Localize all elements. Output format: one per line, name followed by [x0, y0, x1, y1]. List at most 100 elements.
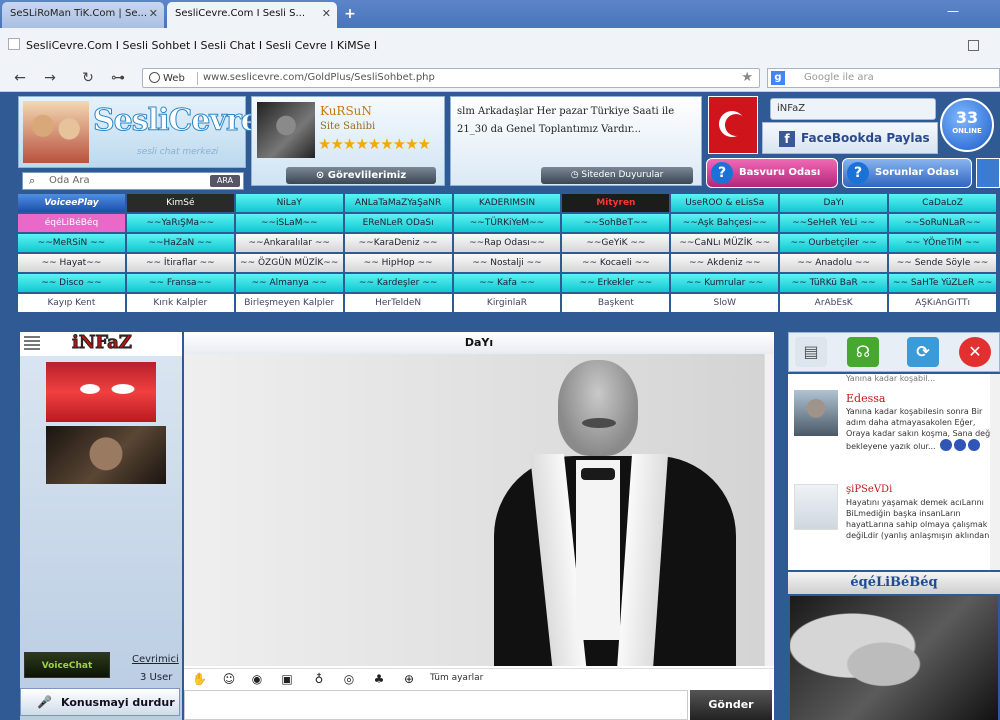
room-button[interactable]: SloW: [671, 294, 779, 312]
staff-button[interactable]: ⊙ Görevlilerimiz: [286, 167, 436, 184]
room-button[interactable]: ~~Aşk Bahçesi~~: [671, 214, 779, 232]
room-button[interactable]: NiLaY: [235, 194, 343, 212]
send-button[interactable]: Gönder: [690, 690, 772, 720]
avatar[interactable]: [794, 390, 838, 436]
room-button[interactable]: ~~ Disco ~~: [18, 274, 125, 292]
address-bar[interactable]: Web www.seslicevre.com/GoldPlus/SesliSoh…: [142, 68, 760, 88]
new-tab-button[interactable]: +: [340, 7, 360, 23]
chat-bubble-icon[interactable]: ☊: [847, 337, 879, 367]
room-button[interactable]: CaDaLoZ: [889, 194, 996, 212]
avatar[interactable]: [794, 484, 838, 530]
room-button[interactable]: ~~ TüRKü BaR ~~: [780, 274, 888, 292]
room-button[interactable]: KirginlaR: [453, 294, 561, 312]
hand-icon[interactable]: ✋: [192, 672, 207, 686]
search-placeholder[interactable]: Google ile ara: [804, 72, 874, 83]
room-button[interactable]: AŞKıAnGıTTı: [889, 294, 996, 312]
room-button[interactable]: DaYı: [780, 194, 888, 212]
room-button[interactable]: ~~ Anadolu ~~: [780, 254, 888, 272]
room-button[interactable]: ~~ Kocaeli ~~: [562, 254, 670, 272]
room-button[interactable]: EReNLeR ODaSı: [344, 214, 452, 232]
room-button[interactable]: KimSé: [126, 194, 234, 212]
room-button[interactable]: ~~ İtiraflar ~~: [126, 254, 234, 272]
extra-tool-button[interactable]: [976, 158, 1000, 188]
close-icon[interactable]: ✕: [149, 7, 158, 20]
announcements-button[interactable]: ◷ Siteden Duyurular: [541, 167, 693, 184]
room-button[interactable]: ~~SoRuNLaR~~: [889, 214, 996, 232]
room-button[interactable]: Mityren: [562, 194, 670, 212]
problems-room-button[interactable]: ? Sorunlar Odası: [842, 158, 972, 188]
video-scrollbar[interactable]: [764, 354, 774, 666]
tab-seslirom[interactable]: SeSLiRoMan TiK.Com | Se... ✕: [2, 2, 164, 28]
room-button[interactable]: ~~KaraDeniz ~~: [344, 234, 452, 252]
room-button[interactable]: ~~ Almanya ~~: [235, 274, 343, 292]
room-button[interactable]: ArAbEsK: [780, 294, 888, 312]
close-icon[interactable]: ✕: [959, 337, 991, 367]
menu-icon[interactable]: [24, 336, 40, 352]
room-button[interactable]: ~~YaRıŞMa~~: [126, 214, 234, 232]
room-button[interactable]: ~~MeRSiN ~~: [18, 234, 125, 252]
room-search-button[interactable]: ARA: [210, 175, 240, 187]
message-author[interactable]: Edessa: [846, 392, 885, 405]
room-button[interactable]: ~~TÜRKiYeM~~: [453, 214, 561, 232]
back-icon[interactable]: ←: [10, 68, 30, 88]
room-button[interactable]: ~~ Kafa ~~: [453, 274, 561, 292]
room-button[interactable]: UseROO & eLisSa: [671, 194, 779, 212]
room-button[interactable]: ~~ HipHop ~~: [344, 254, 452, 272]
room-button[interactable]: ~~ YÖneTiM ~~: [889, 234, 996, 252]
eye-icon[interactable]: ◎: [342, 672, 356, 686]
site-logo[interactable]: SesliCevre sesli chat merkezi: [18, 96, 260, 168]
room-button[interactable]: ~~Ankaralılar ~~: [235, 234, 343, 252]
image-icon[interactable]: ▣: [280, 672, 294, 686]
room-button[interactable]: ~~ Sende Söyle ~~: [889, 254, 996, 272]
room-button[interactable]: ~~ Kardeşler ~~: [344, 274, 452, 292]
room-button[interactable]: Kırık Kalpler: [126, 294, 234, 312]
room-button[interactable]: ~~SohBeT~~: [562, 214, 670, 232]
online-users-link[interactable]: Cevrimici: [132, 654, 179, 665]
smiley-icon[interactable]: ☺: [222, 672, 236, 686]
lock-icon[interactable]: ⊕: [402, 672, 416, 686]
room-search-input[interactable]: Oda Ara: [49, 175, 90, 186]
key-icon[interactable]: ⊶: [108, 68, 128, 88]
gift-icon[interactable]: ♣: [372, 672, 386, 686]
room-button[interactable]: ~~ Ourbetçiler ~~: [780, 234, 888, 252]
room-button[interactable]: éqéLiBéBéq: [18, 214, 125, 232]
all-settings-button[interactable]: Tüm ayarlar: [430, 673, 483, 683]
room-button[interactable]: HerTeldeN: [344, 294, 452, 312]
bookmark-star-icon[interactable]: ★: [741, 70, 753, 85]
messages-scrollbar[interactable]: [990, 374, 1000, 570]
room-button[interactable]: ~~ SaHTe YüZLeR ~~: [889, 274, 996, 292]
application-room-button[interactable]: ? Basvuru Odası: [706, 158, 838, 188]
close-icon[interactable]: ✕: [322, 7, 331, 20]
room-button[interactable]: ~~ ÖZGÜN MÜZİK~~: [235, 254, 343, 272]
room-button[interactable]: ~~iSLaM~~: [235, 214, 343, 232]
room-button[interactable]: ANLaTaMaZYaŞaNR: [344, 194, 452, 212]
webcam-icon[interactable]: ◉: [250, 672, 264, 686]
room-button[interactable]: ~~Rap Odası~~: [453, 234, 561, 252]
message-author[interactable]: şiPSeVDi: [846, 484, 892, 495]
facebook-share-button[interactable]: f FaceBookda Paylas: [762, 122, 938, 154]
room-button[interactable]: ~~ Kumrular ~~: [671, 274, 779, 292]
forward-icon[interactable]: →: [40, 68, 60, 88]
google-search-box[interactable]: g Google ile ara: [767, 68, 1000, 88]
stop-talking-button[interactable]: 🎤 Konusmayi durdur: [20, 688, 180, 716]
room-button[interactable]: ~~ Nostalji ~~: [453, 254, 561, 272]
room-button[interactable]: ~~CaNLı MÜZİK ~~: [671, 234, 779, 252]
message-input[interactable]: [184, 690, 688, 720]
minimize-icon[interactable]: —: [942, 4, 964, 18]
room-button[interactable]: ~~HaZaN ~~: [126, 234, 234, 252]
room-button[interactable]: Birleşmeyen Kalpler: [235, 294, 343, 312]
room-button[interactable]: Kayıp Kent: [18, 294, 125, 312]
reload-icon[interactable]: ↻: [78, 68, 98, 88]
refresh-icon[interactable]: ⟳: [907, 337, 939, 367]
room-button[interactable]: ~~ Hayat~~: [18, 254, 125, 272]
room-button[interactable]: VoiceePlay: [18, 194, 125, 212]
room-button[interactable]: ~~ Akdeniz ~~: [671, 254, 779, 272]
tab-seslicevre[interactable]: SesliCevre.Com I Sesli S... ✕: [167, 2, 337, 28]
room-button[interactable]: ~~ Fransa~~: [126, 274, 234, 292]
profile-icon[interactable]: ▤: [795, 337, 827, 367]
room-button[interactable]: ~~SeHeR YeLi ~~: [780, 214, 888, 232]
room-button[interactable]: ~~ Erkekler ~~: [562, 274, 670, 292]
address-url[interactable]: www.seslicevre.com/GoldPlus/SesliSohbet.…: [203, 72, 435, 83]
room-button[interactable]: ~~GeYiK ~~: [562, 234, 670, 252]
room-button[interactable]: KADERIMSIN: [453, 194, 561, 212]
